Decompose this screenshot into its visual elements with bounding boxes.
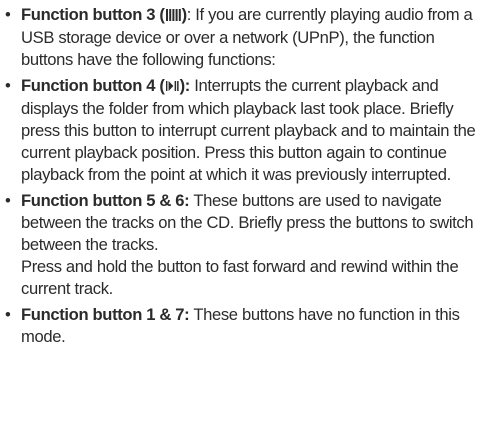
bullet: • — [5, 191, 11, 211]
list-item-function-button-4: • Function button 4 (): Interrupts the c… — [0, 75, 491, 185]
item-text-continued: Press and hold the button to fast forwar… — [21, 256, 459, 298]
play-pause-icon — [165, 76, 179, 98]
list-item-function-button-3: • Function button 3 (): If you are curre… — [0, 4, 491, 70]
list-item-function-button-5-6: • Function button 5 & 6: These buttons a… — [0, 190, 491, 299]
manual-excerpt: • Function button 3 (): If you are curre… — [0, 4, 491, 348]
item-label: Function button 5 & 6: — [21, 191, 190, 211]
bullet: • — [5, 305, 11, 325]
item-label: Function button 4 (): — [21, 76, 190, 95]
list-item-function-button-1-7: • Function button 1 & 7: These buttons h… — [0, 304, 491, 348]
bullet: • — [5, 76, 11, 96]
item-label: Function button 1 & 7: — [21, 305, 190, 325]
bullet: • — [5, 5, 11, 24]
equalizer-bars-icon — [165, 5, 181, 27]
item-label: Function button 3 () — [21, 5, 187, 24]
